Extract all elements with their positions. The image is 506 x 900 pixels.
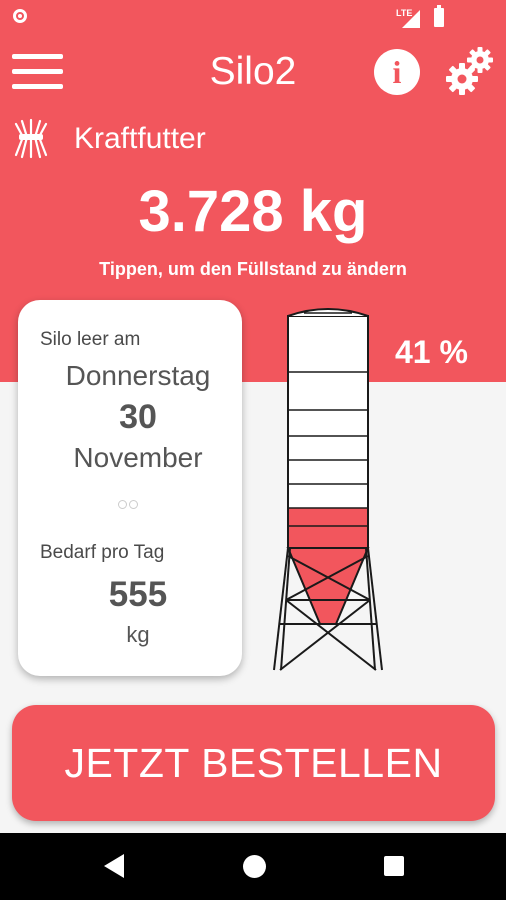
battery-icon <box>434 5 444 27</box>
empty-weekday: Donnerstag <box>65 360 211 391</box>
daily-demand-unit: kg <box>126 622 150 647</box>
signal-icon <box>402 10 420 28</box>
empty-month: November <box>73 442 203 473</box>
recent-apps-icon[interactable] <box>384 856 404 876</box>
menu-icon[interactable] <box>12 54 63 90</box>
status-bar: LTE <box>0 0 506 36</box>
notification-icon <box>13 9 27 23</box>
daily-demand-value: 555 <box>108 575 168 614</box>
wheat-sheaf-icon <box>14 118 48 159</box>
silo-fill-level <box>289 508 367 548</box>
empty-day: 30 <box>119 398 157 436</box>
back-icon[interactable] <box>104 854 124 878</box>
forecast-card: Silo leer am Donnerstag 30 November Beda… <box>18 300 242 676</box>
info-icon[interactable]: i <box>374 49 420 95</box>
order-now-button[interactable]: JETZT BESTELLEN <box>12 705 495 821</box>
gear-icon[interactable] <box>446 46 496 96</box>
feed-type-label[interactable]: Kraftfutter <box>74 122 206 156</box>
empty-date-label: Silo leer am <box>40 329 141 350</box>
home-icon[interactable] <box>243 855 266 878</box>
silo-illustration[interactable] <box>260 300 390 680</box>
fill-level-amount[interactable]: 3.728 kg <box>0 178 506 245</box>
fill-percentage: 41 % <box>395 334 468 370</box>
app-title: Silo2 <box>209 50 297 93</box>
page-indicator <box>118 496 144 509</box>
fill-level-hint: Tippen, um den Füllstand zu ändern <box>99 259 407 279</box>
daily-demand-label: Bedarf pro Tag <box>40 542 165 563</box>
